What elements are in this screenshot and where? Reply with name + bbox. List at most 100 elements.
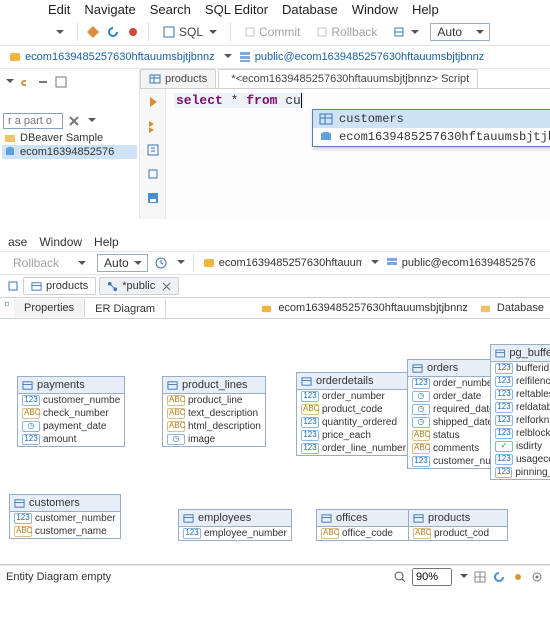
entity-column[interactable]: 123relforknumber bbox=[491, 414, 550, 427]
sql-button[interactable]: SQL bbox=[157, 23, 222, 41]
entity-column[interactable]: 123usagecount bbox=[491, 453, 550, 466]
history-icon[interactable] bbox=[154, 256, 168, 270]
entity-column[interactable]: 123relfilenode bbox=[491, 375, 550, 388]
conn2-dropdown[interactable] bbox=[368, 257, 379, 269]
autocomplete-item-customers[interactable]: customers bbox=[313, 110, 550, 128]
entity-column[interactable]: 123order_number bbox=[297, 390, 410, 403]
entity-header[interactable]: pg_buffercache bbox=[491, 345, 550, 362]
entity-header[interactable]: payments bbox=[18, 377, 124, 394]
entity-header[interactable]: offices bbox=[317, 510, 415, 527]
entity-column[interactable]: ABChtml_description bbox=[163, 420, 265, 433]
menu-edit[interactable]: Edit bbox=[48, 2, 70, 17]
navigator-filter[interactable] bbox=[3, 113, 63, 129]
history-dropdown[interactable] bbox=[174, 257, 185, 269]
entity-header[interactable]: product_lines bbox=[163, 377, 265, 394]
connection-dropdown[interactable] bbox=[221, 51, 232, 63]
nav-dropdown[interactable] bbox=[3, 76, 14, 88]
commit-mode2-combo[interactable]: Auto bbox=[97, 254, 148, 272]
bug-icon[interactable] bbox=[126, 25, 140, 39]
entity-column[interactable]: 123employee_number bbox=[179, 527, 291, 540]
refresh2-icon[interactable] bbox=[492, 570, 506, 584]
entity-column[interactable]: ABCtext_description bbox=[163, 407, 265, 420]
entity-column[interactable]: 123reltablespace bbox=[491, 388, 550, 401]
run-script-icon[interactable] bbox=[146, 119, 160, 133]
entity-column[interactable]: ◷image bbox=[163, 433, 265, 446]
menu-search[interactable]: Search bbox=[150, 2, 191, 17]
subtab-database[interactable]: Database bbox=[474, 300, 550, 316]
entity-column[interactable]: 123reldatabase bbox=[491, 401, 550, 414]
menu2-database[interactable]: ase bbox=[8, 235, 27, 249]
tab-script[interactable]: *<ecom1639485257630hftauumsbjtjbnnz> Scr… bbox=[218, 69, 478, 88]
tab2-public[interactable]: *public bbox=[99, 277, 179, 295]
subtab-conn[interactable]: ecom1639485257630hftauumsbjtjbnnz bbox=[255, 300, 474, 316]
autocomplete-item-ecom[interactable]: ecom1639485257630hftauumsbjtjbnnz bbox=[313, 128, 550, 146]
entity-header[interactable]: customers bbox=[10, 495, 120, 512]
collapse-icon[interactable] bbox=[36, 75, 50, 89]
entity-column[interactable]: ✓isdirty bbox=[491, 440, 550, 453]
entity-employees[interactable]: employees123employee_number bbox=[178, 509, 292, 541]
entity-column[interactable]: ABCproduct_line bbox=[163, 394, 265, 407]
entity-column[interactable]: 123pinning_backend bbox=[491, 466, 550, 479]
entity-column[interactable]: 123quantity_ordered bbox=[297, 416, 410, 429]
entity-offices[interactable]: officesABCoffice_code bbox=[316, 509, 416, 541]
entity-column[interactable]: ABCproduct_cod bbox=[409, 527, 507, 540]
menu-database[interactable]: Database bbox=[282, 2, 338, 17]
sql-editor[interactable]: select * from cu customers ecom163948525… bbox=[166, 89, 550, 219]
pin-icon[interactable] bbox=[0, 301, 14, 315]
link-icon[interactable] bbox=[18, 75, 32, 89]
entity-column[interactable]: ABCcustomer_name bbox=[10, 525, 120, 538]
explain-icon[interactable] bbox=[146, 143, 160, 157]
save-icon[interactable] bbox=[146, 191, 160, 205]
conn2-crumb[interactable]: ecom1639485257630hftauumsbjtjbnnz bbox=[202, 256, 362, 270]
menu-sqleditor[interactable]: SQL Editor bbox=[205, 2, 268, 17]
close-icon[interactable] bbox=[162, 282, 171, 291]
diamond-icon[interactable] bbox=[86, 25, 100, 39]
clear-filter-icon[interactable] bbox=[67, 114, 81, 128]
zoom-dropdown[interactable] bbox=[457, 571, 468, 583]
txmode2-button[interactable] bbox=[70, 257, 91, 269]
commit-mode-combo[interactable]: Auto bbox=[430, 23, 490, 41]
minimize-icon[interactable] bbox=[54, 75, 68, 89]
tx-mode-button[interactable] bbox=[388, 24, 424, 40]
entity-column[interactable]: 123relblocknumber bbox=[491, 427, 550, 440]
subtab-properties[interactable]: Properties bbox=[14, 299, 85, 317]
rollback-button[interactable]: Rollback bbox=[311, 23, 382, 41]
entity-payments[interactable]: payments123customer_numbeABCcheck_number… bbox=[17, 376, 125, 447]
subtab-erdiagram[interactable]: ER Diagram bbox=[85, 298, 166, 318]
expand-icon[interactable] bbox=[6, 279, 20, 293]
settings-icon[interactable] bbox=[530, 570, 544, 584]
entity-header[interactable]: employees bbox=[179, 510, 291, 527]
entity-orderdetails[interactable]: orderdetails123order_numberABCproduct_co… bbox=[296, 372, 411, 456]
config-icon[interactable] bbox=[511, 570, 525, 584]
entity-column[interactable]: 123customer_number bbox=[10, 512, 120, 525]
menu2-window[interactable]: Window bbox=[39, 235, 82, 249]
entity-header[interactable]: orderdetails bbox=[297, 373, 410, 390]
entity-products[interactable]: productsABCproduct_cod bbox=[408, 509, 508, 541]
menu-window[interactable]: Window bbox=[352, 2, 398, 17]
menu2-help[interactable]: Help bbox=[94, 235, 119, 249]
filter-dropdown[interactable] bbox=[85, 115, 96, 127]
entity-column[interactable]: ABCproduct_code bbox=[297, 403, 410, 416]
tree-item-ecom[interactable]: ecom1639485257630hftauumsbjtjbnnz bbox=[2, 145, 137, 159]
entity-column[interactable]: 123order_line_number bbox=[297, 442, 410, 455]
rollback2-button[interactable]: Rollback bbox=[8, 254, 64, 272]
grid-icon[interactable] bbox=[473, 570, 487, 584]
entity-column[interactable]: 123customer_numbe bbox=[18, 394, 124, 407]
tree-item-sample[interactable]: DBeaver Sample bbox=[2, 131, 137, 145]
entity-column[interactable]: ◷payment_date bbox=[18, 420, 124, 433]
commit-button[interactable]: Commit bbox=[239, 23, 305, 41]
entity-column[interactable]: 123price_each bbox=[297, 429, 410, 442]
schema2-crumb[interactable]: public@ecom1639485257630hftauumsbjtjbnnz bbox=[385, 256, 535, 270]
toolbar-dropdown[interactable] bbox=[48, 26, 69, 38]
zoom-icon[interactable] bbox=[393, 570, 407, 584]
zoom-input[interactable] bbox=[412, 568, 452, 586]
tab-products[interactable]: products bbox=[140, 69, 216, 88]
entity-column[interactable]: ABCoffice_code bbox=[317, 527, 415, 540]
connection-crumb[interactable]: ecom1639485257630hftauumsbjtjbnnz bbox=[8, 50, 215, 64]
entity-column[interactable]: 123amount bbox=[18, 433, 124, 446]
entity-header[interactable]: products bbox=[409, 510, 507, 527]
entity-column[interactable]: 123bufferid bbox=[491, 362, 550, 375]
tab2-products[interactable]: products bbox=[23, 277, 96, 295]
er-canvas[interactable]: payments123customer_numbeABCcheck_number… bbox=[0, 319, 550, 565]
entity-column[interactable]: ABCcheck_number bbox=[18, 407, 124, 420]
